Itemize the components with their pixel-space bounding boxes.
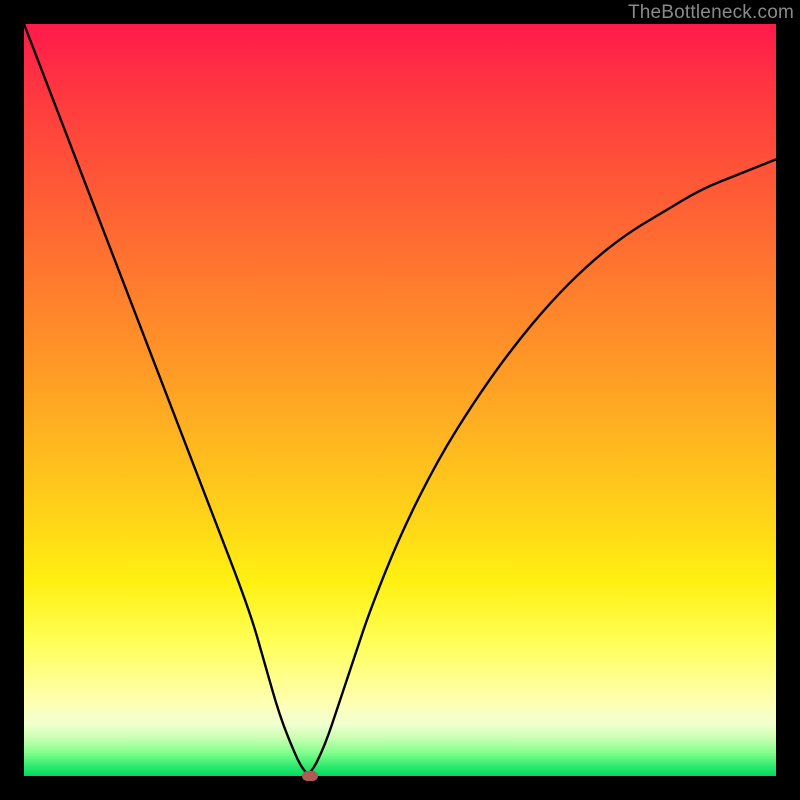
chart-frame (24, 24, 776, 776)
watermark-text: TheBottleneck.com (628, 2, 794, 24)
optimal-point-marker (302, 771, 318, 781)
bottleneck-curve (24, 24, 776, 776)
